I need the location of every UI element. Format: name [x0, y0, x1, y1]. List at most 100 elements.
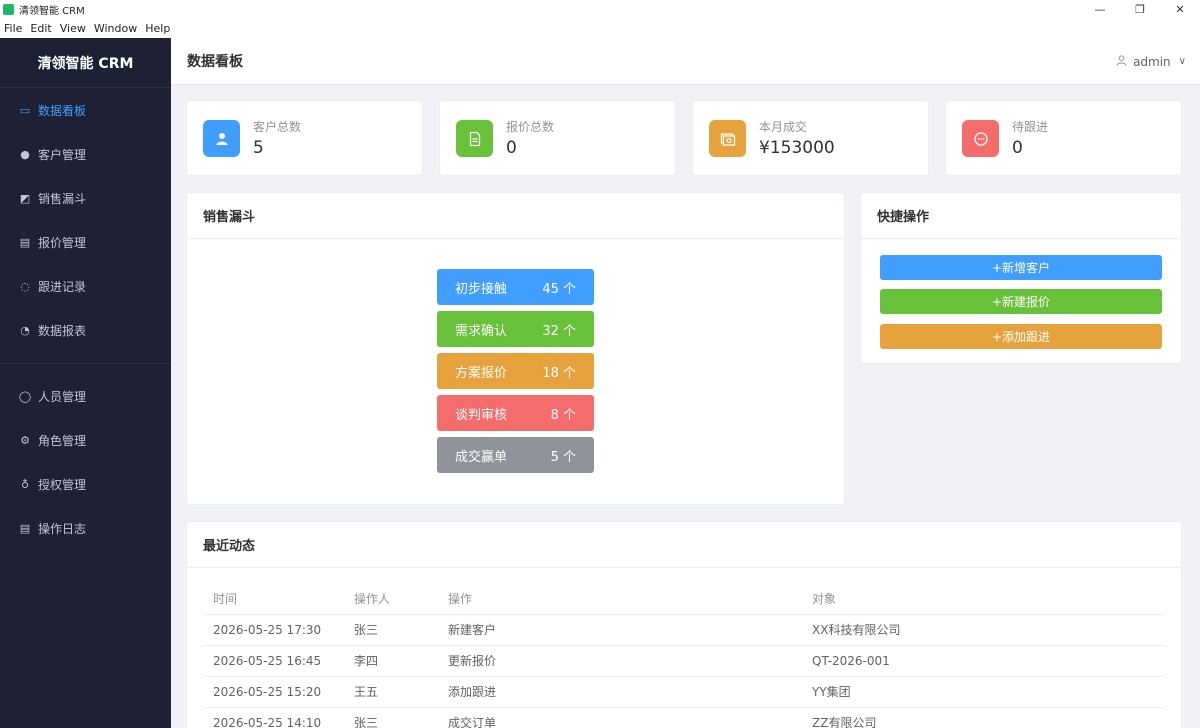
- sidebar-divider: [0, 363, 171, 364]
- close-button[interactable]: ✕: [1160, 0, 1200, 18]
- brand-title: 清领智能 CRM: [0, 38, 171, 88]
- stat-value: 5: [253, 138, 264, 158]
- cell-action: 添加跟进: [438, 676, 802, 708]
- sidebar-item-label: 人员管理: [38, 389, 87, 404]
- funnel-stage-count: 18 个: [542, 365, 576, 381]
- log-icon: ▤: [19, 521, 31, 535]
- funnel-stage-label: 需求确认: [455, 323, 508, 339]
- funnel-stage-label: 谈判审核: [455, 407, 508, 423]
- funnel-stage-count: 5 个: [550, 449, 576, 465]
- sidebar-item-reports[interactable]: ◔ 数据报表: [0, 308, 171, 352]
- funnel-stage: 需求确认 32 个: [437, 311, 594, 347]
- funnel-stage-label: 方案报价: [455, 365, 508, 381]
- page-title: 数据看板: [187, 54, 243, 70]
- stat-card-pending: 待跟进 0: [945, 100, 1182, 176]
- sidebar-item-staff[interactable]: ◯ 人员管理: [0, 374, 171, 418]
- menu-window[interactable]: Window: [94, 22, 137, 35]
- window-titlebar: 清领智能 CRM — ❐ ✕: [0, 0, 1200, 18]
- funnel-stage-count: 32 个: [542, 323, 576, 339]
- sidebar-item-permissions[interactable]: ♁ 授权管理: [0, 462, 171, 506]
- chat-icon: [962, 120, 999, 157]
- sidebar-item-label: 跟进记录: [38, 279, 87, 294]
- window-controls: — ❐ ✕: [1080, 0, 1200, 18]
- table-row: 2026-05-25 14:10 张三 成交订单 ZZ有限公司: [203, 707, 1165, 728]
- user-outline-icon: ◯: [18, 389, 32, 403]
- minimize-button[interactable]: —: [1080, 0, 1120, 18]
- funnel-stage: 初步接触 45 个: [437, 269, 594, 305]
- column-header: 时间: [203, 584, 344, 615]
- sidebar-item-label: 销售漏斗: [38, 191, 87, 206]
- cell-time: 2026-05-25 15:20: [203, 676, 344, 708]
- table-header-row: 时间 操作人 操作 对象: [203, 584, 1165, 615]
- cell-target: YY集团: [802, 676, 1165, 708]
- stat-value: 0: [506, 138, 517, 158]
- activity-table: 时间 操作人 操作 对象 2026-05-25 17:30 张三 新建客户 XX…: [203, 584, 1165, 728]
- new-quote-button[interactable]: +新建报价: [880, 289, 1162, 314]
- funnel-title: 销售漏斗: [187, 193, 844, 239]
- stat-label: 本月成交: [759, 120, 808, 134]
- window-title: 清领智能 CRM: [19, 5, 85, 17]
- funnel-panel: 销售漏斗 初步接触 45 个需求确认 32 个方案报价 18 个谈判审核 8 个成交赢单…: [186, 192, 845, 505]
- sidebar-item-logs[interactable]: ▤ 操作日志: [0, 506, 171, 550]
- pie-chart-icon: ◔: [20, 323, 30, 337]
- stat-card-customers: 客户总数 5: [186, 100, 423, 176]
- menu-file[interactable]: File: [4, 22, 22, 35]
- cell-time: 2026-05-25 16:45: [203, 645, 344, 677]
- page-header: 数据看板 admin ∨: [171, 38, 1200, 85]
- cell-operator: 李四: [344, 645, 438, 677]
- menu-edit[interactable]: Edit: [30, 22, 51, 35]
- cell-target: QT-2026-001: [802, 645, 1165, 677]
- sidebar-item-quotes[interactable]: ▤ 报价管理: [0, 220, 171, 264]
- funnel-stage-label: 初步接触: [455, 281, 508, 297]
- user-icon: [1116, 54, 1127, 69]
- main-content: 客户总数 5 报价总数 0 本月成交 ¥153000 待跟进 0 销售漏斗 初步…: [171, 85, 1200, 728]
- column-header: 操作: [438, 584, 802, 615]
- chat-icon: ◌: [20, 279, 30, 293]
- monitor-icon: ▭: [19, 103, 31, 117]
- cell-target: XX科技有限公司: [802, 614, 1165, 646]
- sidebar: 清领智能 CRM ▭ 数据看板 ● 客户管理 ◩ 销售漏斗 ▤ 报价管理 ◌ 跟…: [0, 38, 171, 728]
- funnel-stage-label: 成交赢单: [455, 449, 508, 465]
- table-row: 2026-05-25 16:45 李四 更新报价 QT-2026-001: [203, 645, 1165, 677]
- funnel-stage: 谈判审核 8 个: [437, 395, 594, 431]
- cell-action: 更新报价: [438, 645, 802, 677]
- user-icon: [203, 120, 240, 157]
- stat-label: 客户总数: [253, 120, 302, 134]
- user-menu[interactable]: admin ∨: [1116, 38, 1186, 85]
- cell-time: 2026-05-25 14:10: [203, 707, 344, 728]
- gear-icon: ⚙: [20, 433, 30, 447]
- stat-value: 0: [1012, 138, 1023, 158]
- column-header: 操作人: [344, 584, 438, 615]
- sidebar-item-roles[interactable]: ⚙ 角色管理: [0, 418, 171, 462]
- column-header: 对象: [802, 584, 1165, 615]
- cell-target: ZZ有限公司: [802, 707, 1165, 728]
- recent-activity-panel: 最近动态 时间 操作人 操作 对象 2026-05-25 17:30 张三 新建…: [186, 521, 1182, 728]
- sidebar-item-followups[interactable]: ◌ 跟进记录: [0, 264, 171, 308]
- funnel-stage-count: 8 个: [550, 407, 576, 423]
- menu-view[interactable]: View: [60, 22, 86, 35]
- add-customer-button[interactable]: +新增客户: [880, 255, 1162, 280]
- sidebar-item-label: 角色管理: [38, 433, 87, 448]
- cell-action: 新建客户: [438, 614, 802, 646]
- username: admin: [1133, 54, 1171, 69]
- user-icon: ●: [20, 147, 30, 161]
- key-icon: ♁: [20, 477, 30, 491]
- app-logo-icon: [3, 3, 14, 15]
- money-icon: [709, 120, 746, 157]
- sidebar-item-label: 数据看板: [38, 103, 87, 118]
- restore-button[interactable]: ❐: [1120, 0, 1160, 18]
- funnel-stage: 方案报价 18 个: [437, 353, 594, 389]
- table-row: 2026-05-25 17:30 张三 新建客户 XX科技有限公司: [203, 614, 1165, 646]
- menu-help[interactable]: Help: [145, 22, 170, 35]
- sidebar-item-dashboard[interactable]: ▭ 数据看板: [0, 88, 171, 132]
- add-followup-button[interactable]: +添加跟进: [880, 324, 1162, 349]
- sidebar-item-funnel[interactable]: ◩ 销售漏斗: [0, 176, 171, 220]
- chart-icon: ◩: [19, 191, 31, 205]
- sidebar-item-label: 报价管理: [38, 235, 87, 250]
- sidebar-item-label: 操作日志: [38, 521, 87, 536]
- stat-label: 报价总数: [506, 120, 555, 134]
- menubar: File Edit View Window Help: [0, 18, 1200, 38]
- sidebar-item-customers[interactable]: ● 客户管理: [0, 132, 171, 176]
- table-row: 2026-05-25 15:20 王五 添加跟进 YY集团: [203, 676, 1165, 708]
- funnel-stage-count: 45 个: [542, 281, 576, 297]
